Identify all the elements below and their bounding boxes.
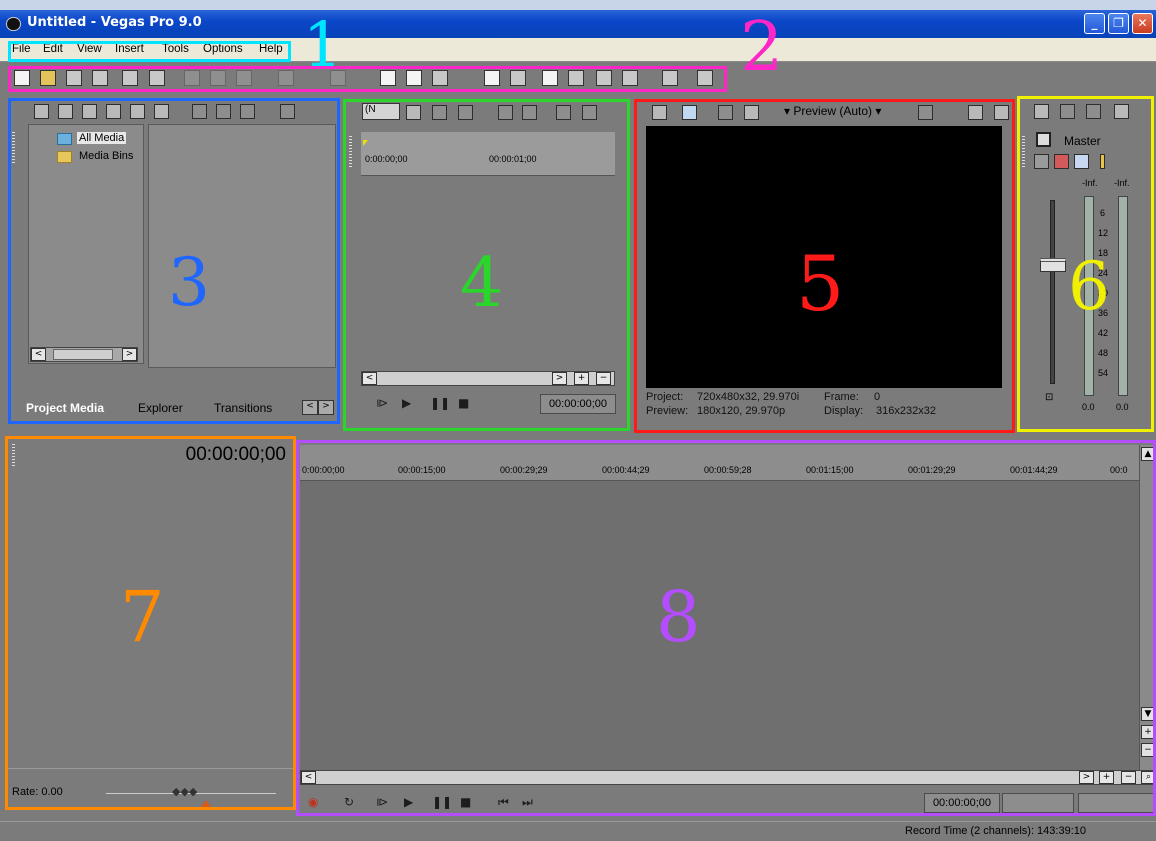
annotation-number-6: 6 (1068, 248, 1110, 325)
annotation-box-1 (8, 41, 291, 62)
window-title: Untitled - Vegas Pro 9.0 (27, 15, 202, 30)
close-button[interactable]: ✕ (1132, 13, 1153, 34)
annotation-number-7: 7 (120, 576, 165, 658)
vegas-app-icon (6, 17, 21, 31)
annotation-number-4: 4 (460, 244, 504, 323)
annotation-box-2 (8, 66, 727, 92)
desktop-strip (0, 0, 1156, 10)
annotation-number-5: 5 (796, 239, 845, 328)
annotation-box-8 (296, 440, 1156, 816)
annotation-number-8: 8 (656, 576, 701, 658)
minimize-button[interactable]: _ (1084, 13, 1105, 34)
title-bar: Untitled - Vegas Pro 9.0 _ ❐ ✕ (0, 10, 1156, 38)
annotation-number-2: 2 (740, 8, 784, 87)
annotation-number-3: 3 (168, 244, 210, 321)
annotation-number-1: 1 (303, 8, 343, 81)
restore-button[interactable]: ❐ (1108, 13, 1129, 34)
record-time-label: Record Time (2 channels): 143:39:10 (905, 825, 1086, 837)
status-bar: Record Time (2 channels): 143:39:10 (0, 821, 1156, 841)
